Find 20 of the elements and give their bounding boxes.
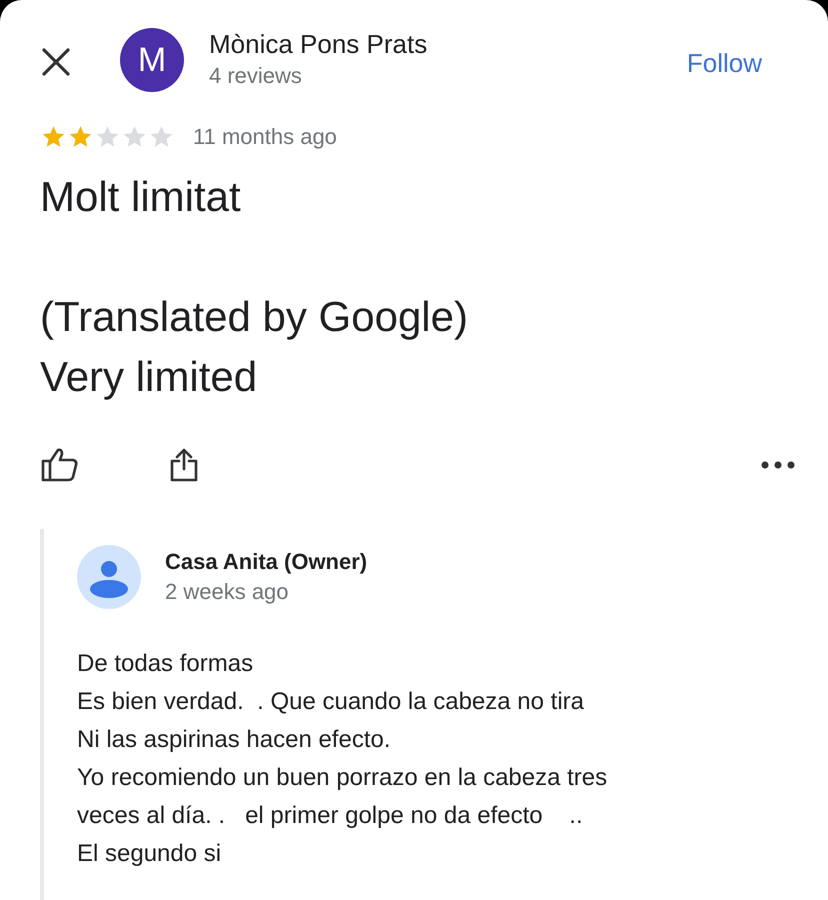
thumbs-up-icon [41, 447, 79, 483]
share-icon [169, 447, 199, 483]
close-icon [41, 47, 71, 77]
more-icon [761, 461, 795, 469]
reply-text: De todas formas Es bien verdad. . Que cuando la cabeza no tira Ni las aspirinas hacen efecto. Yo recomiendo un buen porrazo en la cabeza tres veces al día. . el primer golpe no da efecto .. El segundo si [77, 649, 608, 869]
review-time: 11 months ago [193, 123, 337, 151]
close-button[interactable] [40, 46, 72, 78]
reviewer-name: Mònica Pons Prats [209, 28, 428, 60]
person-avatar-icon [77, 545, 141, 609]
review-text: Molt limitat (Translated by Google) Very limited [40, 172, 469, 402]
empty-star-icon [121, 124, 148, 150]
follow-button[interactable]: Follow [686, 44, 762, 83]
reply-time: 2 weeks ago [165, 578, 290, 606]
filled-star-icon [40, 124, 67, 150]
filled-star-icon [67, 124, 94, 150]
empty-star-icon [94, 124, 121, 150]
empty-star-icon [148, 124, 175, 150]
review-count: 4 reviews [209, 62, 303, 90]
avatar: M [120, 28, 184, 92]
owner-name: Casa Anita (Owner) [165, 548, 368, 576]
